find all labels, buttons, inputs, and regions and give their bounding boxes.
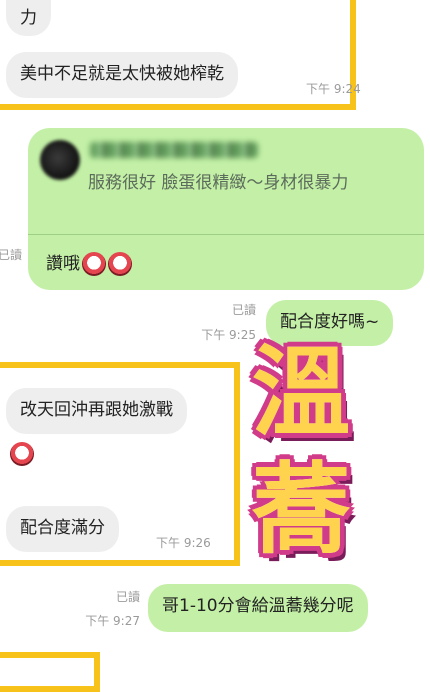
devil-face-icon: [10, 442, 34, 466]
message-time: 下午 9:24: [306, 82, 361, 96]
message-time: 下午 9:27: [85, 614, 140, 628]
message-time: 下午 9:26: [156, 536, 211, 550]
message-text: 配合度好嗎~: [280, 312, 380, 332]
reply-text-row: 讚哦: [46, 252, 132, 276]
quoted-sender-name-blurred: [90, 142, 258, 158]
message-text: 哥1-10分會給溫蕎幾分呢: [162, 596, 354, 616]
sticker-char: 溫: [251, 336, 350, 450]
message-text: 改天回沖再跟她激戰: [20, 400, 173, 420]
devil-face-icon: [108, 252, 132, 276]
read-receipt: 已讀: [115, 590, 140, 604]
read-receipt: 已讀: [231, 303, 256, 317]
name-sticker: 溫 蕎: [238, 330, 364, 580]
incoming-message: 美中不足就是太快被她榨乾: [6, 52, 238, 98]
outgoing-message[interactable]: 哥1-10分會給溫蕎幾分呢: [148, 584, 368, 632]
message-text: 美中不足就是太快被她榨乾: [20, 64, 224, 84]
sticker-char: 蕎: [251, 453, 350, 567]
message-text: 力: [20, 8, 37, 28]
incoming-message: 改天回沖再跟她激戰: [6, 388, 187, 434]
highlight-frame-bottom: [0, 652, 100, 692]
message-text: 配合度滿分: [20, 518, 105, 538]
reply-divider: [28, 234, 424, 235]
incoming-message-partial: 力: [6, 0, 51, 36]
read-receipt-side: 已讀: [0, 248, 23, 262]
reply-message-bubble[interactable]: 服務很好 臉蛋很精緻～身材很暴力 讚哦: [28, 128, 424, 290]
quoted-message-text: 服務很好 臉蛋很精緻～身材很暴力: [88, 173, 349, 193]
reply-text: 讚哦: [46, 254, 80, 274]
devil-face-icon: [82, 252, 106, 276]
quoted-sender-avatar: [40, 140, 80, 180]
incoming-message: 配合度滿分: [6, 506, 119, 552]
